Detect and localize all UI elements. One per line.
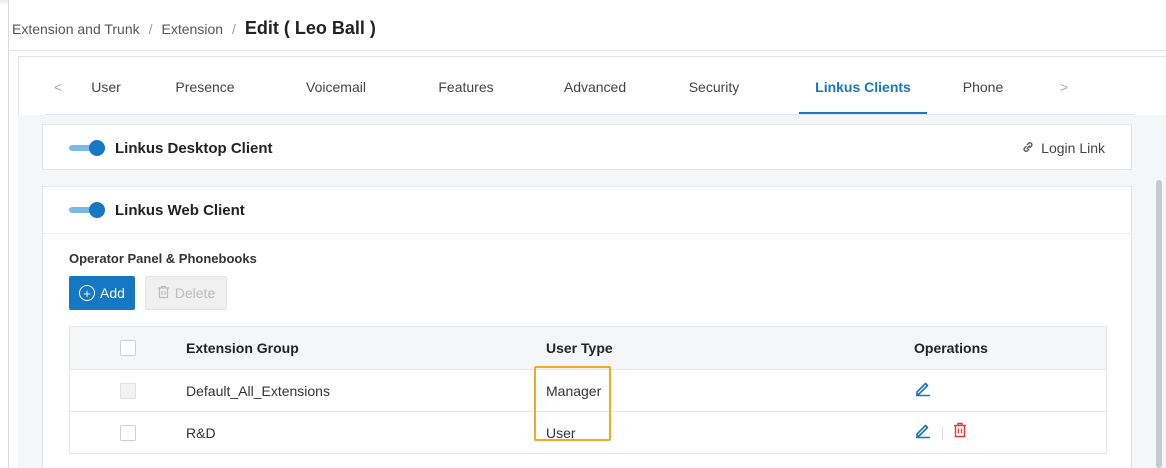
row-checkbox[interactable] (120, 424, 136, 441)
table-row: Default_All_Extensions Manager (70, 369, 1106, 411)
desktop-client-title: Linkus Desktop Client (115, 139, 273, 157)
user-type-cell: Manager (546, 382, 602, 399)
add-button-label: Add (100, 285, 125, 301)
tab-security[interactable]: Security (661, 60, 767, 114)
table-header-row: Extension Group User Type Operations (70, 327, 1106, 369)
extension-group-cell: Default_All_Extensions (186, 382, 330, 399)
tab-linkus-clients[interactable]: Linkus Clients (799, 60, 927, 114)
operations-divider (942, 425, 943, 440)
vertical-scrollbar[interactable] (1156, 180, 1162, 468)
tab-presence[interactable]: Presence (141, 60, 269, 114)
login-link[interactable]: Login Link (1021, 125, 1105, 171)
breadcrumb-separator: / (148, 21, 153, 37)
delete-button-label: Delete (174, 285, 216, 301)
select-all-checkbox[interactable] (120, 340, 136, 356)
card-divider (43, 233, 1131, 234)
breadcrumb: Extension and Trunk / Extension / Edit (… (12, 18, 376, 39)
table-row: R&D User (70, 411, 1106, 453)
web-client-title: Linkus Web Client (115, 201, 245, 219)
extension-group-table: Extension Group User Type Operations Def… (69, 326, 1107, 454)
user-type-cell: User (546, 424, 576, 441)
tab-user[interactable]: User (71, 60, 141, 114)
edit-icon[interactable] (914, 421, 932, 444)
column-header-user-type: User Type (546, 340, 613, 356)
breadcrumb-divider (8, 50, 1166, 51)
plus-circle-icon: + (79, 285, 96, 301)
login-link-label: Login Link (1041, 140, 1105, 156)
breadcrumb-item-extension[interactable]: Extension (162, 21, 223, 37)
section-label-operator-panel: Operator Panel & Phonebooks (69, 251, 257, 266)
extension-group-cell: R&D (186, 424, 216, 441)
tab-features[interactable]: Features (403, 60, 529, 114)
edit-icon[interactable] (914, 379, 932, 402)
row-checkbox (120, 382, 136, 399)
tab-advanced[interactable]: Advanced (529, 60, 661, 114)
tab-bar: < User Presence Voicemail Features Advan… (45, 60, 1135, 114)
toggle-knob (89, 140, 105, 156)
breadcrumb-separator: / (232, 21, 236, 37)
desktop-client-toggle[interactable] (69, 140, 105, 156)
add-button[interactable]: + Add (69, 276, 135, 310)
web-client-card: Linkus Web Client Operator Panel & Phone… (42, 186, 1132, 468)
web-client-toggle[interactable] (69, 202, 105, 218)
delete-icon[interactable] (953, 422, 967, 443)
toggle-knob (89, 202, 105, 218)
tab-phone[interactable]: Phone (927, 60, 1039, 114)
trash-icon (157, 285, 170, 302)
link-icon (1021, 140, 1035, 157)
tab-next-arrow-icon[interactable]: > (1051, 79, 1077, 95)
page-title: Edit ( Leo Ball ) (244, 18, 376, 38)
tab-voicemail[interactable]: Voicemail (269, 60, 403, 114)
delete-button[interactable]: Delete (145, 276, 227, 310)
breadcrumb-item-extension-and-trunk[interactable]: Extension and Trunk (12, 21, 140, 37)
column-header-operations: Operations (914, 340, 988, 356)
desktop-client-card: Linkus Desktop Client Login Link (42, 124, 1132, 170)
tab-prev-arrow-icon[interactable]: < (45, 79, 71, 95)
column-header-extension-group: Extension Group (186, 340, 299, 356)
